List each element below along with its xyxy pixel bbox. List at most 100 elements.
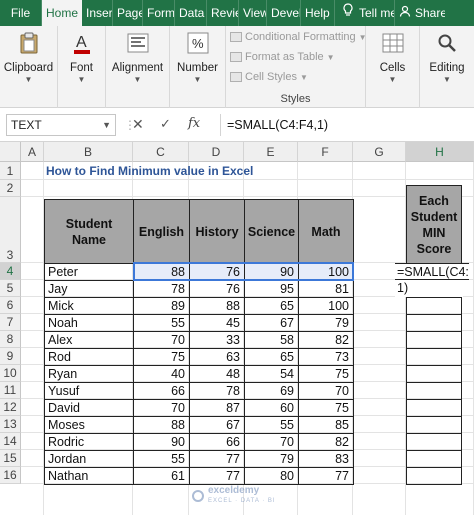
row-header-16[interactable]: 16 bbox=[0, 467, 21, 484]
score-cell[interactable]: 79 bbox=[244, 450, 299, 468]
student-name-cell[interactable]: Rod bbox=[44, 348, 134, 366]
result-cell[interactable] bbox=[406, 331, 462, 349]
result-cell[interactable] bbox=[406, 297, 462, 315]
score-cell[interactable]: 75 bbox=[298, 399, 354, 417]
tab-formulas[interactable]: Form bbox=[143, 0, 175, 26]
tab-insert[interactable]: Insert bbox=[82, 0, 113, 26]
score-cell[interactable]: 61 bbox=[133, 467, 190, 485]
score-cell[interactable]: 48 bbox=[189, 365, 245, 383]
score-cell[interactable]: 58 bbox=[244, 331, 299, 349]
score-cell[interactable]: 78 bbox=[133, 280, 190, 298]
row-header-8[interactable]: 8 bbox=[0, 331, 21, 348]
result-cell[interactable] bbox=[406, 365, 462, 383]
alignment-group[interactable]: Alignment ▼ bbox=[106, 26, 170, 108]
result-cell[interactable] bbox=[406, 399, 462, 417]
score-cell[interactable]: 66 bbox=[133, 382, 190, 400]
student-name-cell[interactable]: Nathan bbox=[44, 467, 134, 485]
student-name-cell[interactable]: David bbox=[44, 399, 134, 417]
score-cell[interactable]: 67 bbox=[189, 416, 245, 434]
tell-me-search[interactable]: Tell me bbox=[335, 0, 395, 26]
score-cell[interactable]: 70 bbox=[244, 433, 299, 451]
score-cell[interactable]: 73 bbox=[298, 348, 354, 366]
column-header-h[interactable]: H bbox=[406, 142, 474, 162]
score-cell[interactable]: 63 bbox=[189, 348, 245, 366]
score-cell[interactable]: 89 bbox=[133, 297, 190, 315]
score-cell[interactable]: 40 bbox=[133, 365, 190, 383]
tab-data[interactable]: Data bbox=[175, 0, 207, 26]
score-cell[interactable]: 75 bbox=[298, 365, 354, 383]
student-name-cell[interactable]: Mick bbox=[44, 297, 134, 315]
share-button[interactable]: Share bbox=[395, 0, 445, 26]
score-cell[interactable]: 82 bbox=[298, 433, 354, 451]
enter-check-icon[interactable]: ✓ bbox=[160, 116, 171, 132]
score-cell[interactable]: 67 bbox=[244, 314, 299, 332]
row-header-1[interactable]: 1 bbox=[0, 162, 21, 180]
column-header-d[interactable]: D bbox=[189, 142, 244, 162]
score-cell[interactable]: 95 bbox=[244, 280, 299, 298]
score-cell[interactable]: 100 bbox=[298, 297, 354, 315]
student-name-cell[interactable]: Rodric bbox=[44, 433, 134, 451]
student-name-cell[interactable]: Moses bbox=[44, 416, 134, 434]
conditional-formatting-button[interactable]: Conditional Formatting ▼ bbox=[230, 31, 367, 43]
result-header[interactable]: Each Student MIN Score bbox=[406, 185, 462, 264]
row-header-15[interactable]: 15 bbox=[0, 450, 21, 467]
format-as-table-button[interactable]: Format as Table ▼ bbox=[230, 51, 335, 63]
score-cell[interactable]: 33 bbox=[189, 331, 245, 349]
score-cell[interactable]: 65 bbox=[244, 297, 299, 315]
score-cell[interactable]: 83 bbox=[298, 450, 354, 468]
score-cell[interactable]: 54 bbox=[244, 365, 299, 383]
column-header-c[interactable]: C bbox=[133, 142, 189, 162]
cells-group[interactable]: Cells ▼ bbox=[366, 26, 420, 108]
cancel-icon[interactable]: ✕ bbox=[132, 116, 144, 133]
score-cell[interactable]: 55 bbox=[244, 416, 299, 434]
score-cell[interactable]: 88 bbox=[133, 263, 190, 281]
tab-review[interactable]: Revie bbox=[207, 0, 239, 26]
score-cell[interactable]: 66 bbox=[189, 433, 245, 451]
student-name-cell[interactable]: Jordan bbox=[44, 450, 134, 468]
score-cell[interactable]: 85 bbox=[298, 416, 354, 434]
score-cell[interactable]: 60 bbox=[244, 399, 299, 417]
result-cell[interactable] bbox=[406, 433, 462, 451]
score-cell[interactable]: 55 bbox=[133, 314, 190, 332]
result-cell[interactable] bbox=[406, 382, 462, 400]
result-cell[interactable] bbox=[406, 314, 462, 332]
row-header-11[interactable]: 11 bbox=[0, 382, 21, 399]
clipboard-group[interactable]: Clipboard ▼ bbox=[0, 26, 58, 108]
score-cell[interactable]: 81 bbox=[298, 280, 354, 298]
row-header-2[interactable]: 2 bbox=[0, 180, 21, 197]
number-group[interactable]: % Number ▼ bbox=[170, 26, 226, 108]
score-cell[interactable]: 70 bbox=[133, 331, 190, 349]
math-header[interactable]: Math bbox=[298, 199, 354, 264]
result-cell[interactable] bbox=[406, 348, 462, 366]
history-header[interactable]: History bbox=[189, 199, 245, 264]
row-header-6[interactable]: 6 bbox=[0, 297, 21, 314]
score-cell[interactable]: 77 bbox=[298, 467, 354, 485]
score-cell[interactable]: 45 bbox=[189, 314, 245, 332]
formula-input[interactable]: =SMALL(C4:F4,1) bbox=[220, 114, 474, 136]
tab-help[interactable]: Help bbox=[301, 0, 335, 26]
result-cell[interactable] bbox=[406, 467, 462, 485]
column-header-g[interactable]: G bbox=[353, 142, 406, 162]
student-name-cell[interactable]: Yusuf bbox=[44, 382, 134, 400]
score-cell[interactable]: 55 bbox=[133, 450, 190, 468]
score-cell[interactable]: 90 bbox=[244, 263, 299, 281]
score-cell[interactable]: 78 bbox=[189, 382, 245, 400]
student-name-cell[interactable]: Jay bbox=[44, 280, 134, 298]
row-header-14[interactable]: 14 bbox=[0, 433, 21, 450]
score-cell[interactable]: 69 bbox=[244, 382, 299, 400]
score-cell[interactable]: 65 bbox=[244, 348, 299, 366]
row-header-5[interactable]: 5 bbox=[0, 280, 21, 297]
score-cell[interactable]: 82 bbox=[298, 331, 354, 349]
row-header-9[interactable]: 9 bbox=[0, 348, 21, 365]
score-cell[interactable]: 88 bbox=[133, 416, 190, 434]
row-header-10[interactable]: 10 bbox=[0, 365, 21, 382]
editing-group[interactable]: Editing ▼ bbox=[420, 26, 474, 108]
row-header-4[interactable]: 4 bbox=[0, 263, 21, 280]
select-all-corner[interactable] bbox=[0, 142, 21, 162]
score-cell[interactable]: 70 bbox=[298, 382, 354, 400]
score-cell[interactable]: 75 bbox=[133, 348, 190, 366]
score-cell[interactable]: 77 bbox=[189, 467, 245, 485]
insert-function-button[interactable]: fx bbox=[188, 116, 200, 131]
student-name-cell[interactable]: Ryan bbox=[44, 365, 134, 383]
tab-home[interactable]: Home bbox=[42, 0, 82, 26]
